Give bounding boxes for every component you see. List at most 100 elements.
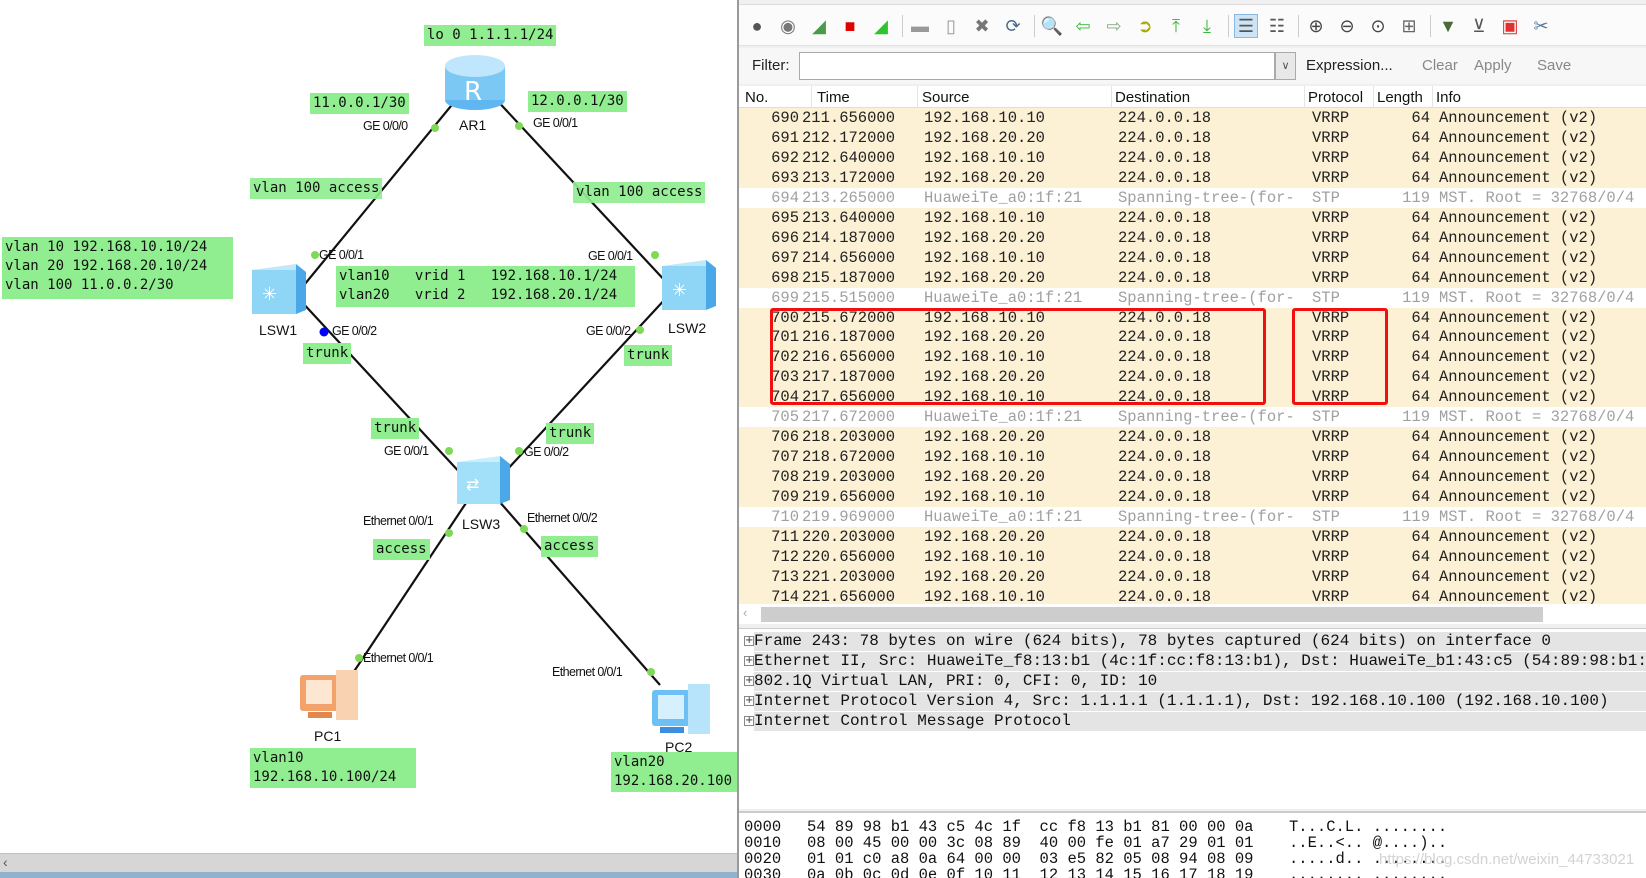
packet-row[interactable]: 713 221.203000 192.168.20.20 224.0.0.18 VRRP… <box>739 566 1646 587</box>
expand-icon[interactable]: + <box>744 716 754 726</box>
hex-offset: 0000 <box>744 818 782 836</box>
column-time[interactable]: Time <box>817 89 850 106</box>
packet-row[interactable]: 691 212.172000 192.168.20.20 224.0.0.18 VRRP… <box>739 127 1646 148</box>
interfaces-icon[interactable]: ● <box>745 14 769 38</box>
find-icon[interactable]: 🔍 <box>1040 14 1064 38</box>
go-to-packet-icon[interactable]: ➲ <box>1133 14 1157 38</box>
scrollbar-thumb[interactable] <box>761 607 1543 622</box>
open-file-icon[interactable]: ▬ <box>908 14 932 38</box>
start-capture-icon[interactable]: ◢ <box>807 14 831 38</box>
packet-row[interactable]: 711 220.203000 192.168.20.20 224.0.0.18 VRRP… <box>739 526 1646 547</box>
trunk-label: trunk <box>303 343 352 364</box>
resize-columns-icon[interactable]: ⊞ <box>1397 14 1421 38</box>
expand-icon[interactable]: + <box>744 676 754 686</box>
lsw2-name[interactable]: LSW2 <box>668 320 706 336</box>
coloring-rules-icon[interactable]: ▣ <box>1498 14 1522 38</box>
packet-row[interactable]: 706 218.203000 192.168.20.20 224.0.0.18 VRRP… <box>739 427 1646 448</box>
packet-row[interactable]: 710 219.969000 HuaweiTe_a0:1f:21 Spanning-t… <box>739 507 1646 527</box>
packet-row[interactable]: 693 213.172000 192.168.20.20 224.0.0.18 VRRP… <box>739 167 1646 188</box>
router-icon: R <box>445 55 505 110</box>
packet-row[interactable]: 709 219.656000 192.168.10.10 224.0.0.18 VRRP… <box>739 487 1646 508</box>
packet-row[interactable]: 707 218.672000 192.168.10.10 224.0.0.18 VRRP… <box>739 447 1646 468</box>
filter-dropdown-chevron-icon[interactable]: ∨ <box>1275 52 1296 80</box>
restart-capture-icon[interactable]: ◢ <box>869 14 893 38</box>
packet-list[interactable]: No. Time Source Destination Protocol Len… <box>739 86 1646 607</box>
cell-length: 64 <box>1411 567 1430 586</box>
options-icon[interactable]: ◉ <box>776 14 800 38</box>
lsw3-name[interactable]: LSW3 <box>462 516 500 532</box>
expand-icon[interactable]: + <box>744 636 754 646</box>
clear-button[interactable]: Clear <box>1422 57 1458 74</box>
pc1-name[interactable]: PC1 <box>314 728 341 744</box>
packet-row[interactable]: 696 214.187000 192.168.20.20 224.0.0.18 VRRP… <box>739 227 1646 248</box>
ar1-name[interactable]: AR1 <box>459 117 486 133</box>
hex-row: 0010 08 00 45 00 00 3c 08 89 40 00 fe 01 … <box>744 835 1644 851</box>
apply-button[interactable]: Apply <box>1474 57 1512 74</box>
packet-row[interactable]: 712 220.656000 192.168.10.10 224.0.0.18 VRRP… <box>739 546 1646 567</box>
colorize-icon[interactable]: ☰ <box>1234 14 1258 38</box>
close-file-icon[interactable]: ✖ <box>970 14 994 38</box>
packet-row[interactable]: 705 217.672000 HuaweiTe_a0:1f:21 Spanning-t… <box>739 407 1646 428</box>
ar1-ge000-ip-label: 11.0.0.1/30 <box>310 93 409 114</box>
cell-source: 192.168.20.20 <box>924 128 1045 147</box>
detail-row[interactable]: Internet Protocol Version 4, Src: 1.1.1.… <box>754 692 1646 711</box>
capture-filters-icon[interactable]: ▼ <box>1436 14 1460 38</box>
packet-row[interactable]: 694 213.265000 HuaweiTe_a0:1f:21 Spanning-t… <box>739 187 1646 208</box>
cell-length: 64 <box>1411 248 1430 267</box>
detail-row[interactable]: Frame 243: 78 bytes on wire (624 bits), … <box>754 632 1646 651</box>
go-back-icon[interactable]: ⇦ <box>1071 14 1095 38</box>
cell-length: 64 <box>1411 368 1430 387</box>
save-button[interactable]: Save <box>1537 57 1571 74</box>
zoom-in-icon[interactable]: ⊕ <box>1304 14 1328 38</box>
topology-horizontal-scrollbar[interactable]: ‹ <box>0 853 737 872</box>
expand-icon[interactable]: + <box>744 696 754 706</box>
cell-destination: 224.0.0.18 <box>1118 248 1212 267</box>
filter-input[interactable] <box>799 52 1275 80</box>
packet-details-pane[interactable]: + Frame 243: 78 bytes on wire (624 bits),… <box>739 628 1646 809</box>
cell-source: 192.168.20.20 <box>924 527 1045 546</box>
packet-row[interactable]: 695 213.640000 192.168.10.10 224.0.0.18 VRRP… <box>739 207 1646 228</box>
scroll-left-icon[interactable]: ‹ <box>3 854 8 870</box>
save-file-icon[interactable]: ▯ <box>939 14 963 38</box>
topology-canvas[interactable]: R ✳ ✳ ⇄ lo 0 1.1.1.1/24 11.0.0.1/30 12.0… <box>0 0 737 878</box>
pc2-icon <box>652 684 710 734</box>
column-no[interactable]: No. <box>745 89 768 106</box>
cell-info: Announcement (v2) <box>1439 488 1598 507</box>
packet-row[interactable]: 699 215.515000 HuaweiTe_a0:1f:21 Spanning-t… <box>739 287 1646 308</box>
packet-list-horizontal-scrollbar[interactable]: ‹ <box>739 604 1646 624</box>
detail-row[interactable]: 802.1Q Virtual LAN, PRI: 0, CFI: 0, ID: … <box>754 672 1646 691</box>
reload-icon[interactable]: ⟳ <box>1001 14 1025 38</box>
port-label: GE 0/0/1 <box>533 116 578 130</box>
zoom-normal-icon[interactable]: ⊙ <box>1366 14 1390 38</box>
column-destination[interactable]: Destination <box>1115 89 1190 106</box>
display-filters-icon[interactable]: ⊻ <box>1467 14 1491 38</box>
cell-destination: 224.0.0.18 <box>1118 228 1212 247</box>
last-packet-icon[interactable]: ⤓ <box>1195 14 1219 38</box>
packet-row[interactable]: 697 214.656000 192.168.10.10 224.0.0.18 VRRP… <box>739 247 1646 268</box>
autoscroll-icon[interactable]: ☷ <box>1265 14 1289 38</box>
preferences-icon[interactable]: ✂ <box>1529 14 1553 38</box>
go-forward-icon[interactable]: ⇨ <box>1102 14 1126 38</box>
pc2-name[interactable]: PC2 <box>665 739 692 755</box>
packet-row[interactable]: 708 219.203000 192.168.20.20 224.0.0.18 VRRP… <box>739 467 1646 488</box>
packet-bytes-pane[interactable]: 0000 54 89 98 b1 43 c5 4c 1f cc f8 13 b1 … <box>739 811 1646 878</box>
packet-row[interactable]: 692 212.640000 192.168.10.10 224.0.0.18 VRRP… <box>739 147 1646 168</box>
detail-row[interactable]: Ethernet II, Src: HuaweiTe_f8:13:b1 (4c:… <box>754 652 1646 671</box>
cell-destination: Spanning-tree-(for- <box>1118 188 1295 207</box>
cell-source: HuaweiTe_a0:1f:21 <box>924 188 1083 207</box>
detail-row[interactable]: Internet Control Message Protocol <box>754 712 1646 731</box>
zoom-out-icon[interactable]: ⊖ <box>1335 14 1359 38</box>
first-packet-icon[interactable]: ⤒ <box>1164 14 1188 38</box>
cell-no: 698 <box>771 268 799 287</box>
column-protocol[interactable]: Protocol <box>1308 89 1363 106</box>
stop-capture-icon[interactable]: ■ <box>838 14 862 38</box>
lsw1-name[interactable]: LSW1 <box>259 322 297 338</box>
packet-row[interactable]: 698 215.187000 192.168.20.20 224.0.0.18 VRRP… <box>739 267 1646 288</box>
scroll-left-icon[interactable]: ‹ <box>743 605 747 620</box>
column-source[interactable]: Source <box>922 89 970 106</box>
expression-button[interactable]: Expression... <box>1306 57 1393 74</box>
expand-icon[interactable]: + <box>744 656 754 666</box>
packet-row[interactable]: 690 211.656000 192.168.10.10 224.0.0.18 VRRP… <box>739 108 1646 128</box>
column-info[interactable]: Info <box>1436 89 1461 106</box>
column-length[interactable]: Length <box>1377 89 1423 106</box>
